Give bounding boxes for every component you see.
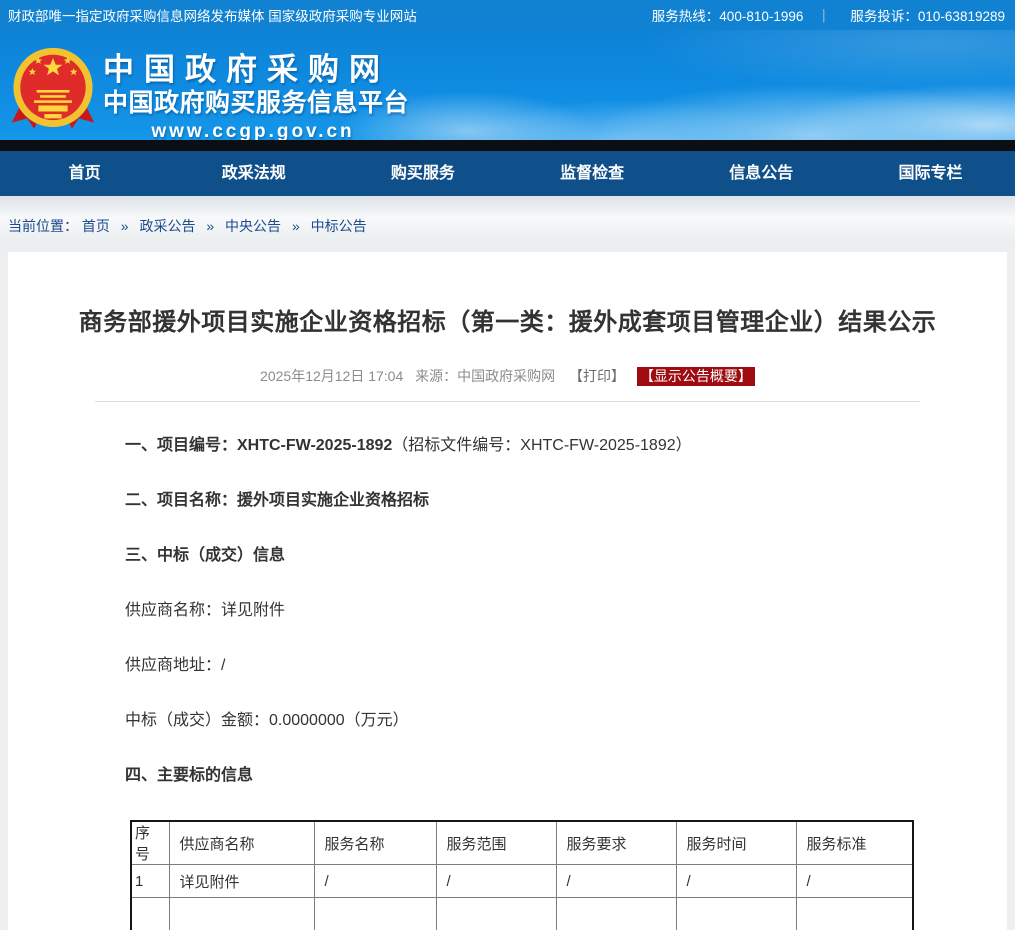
china-national-emblem-icon <box>10 45 96 135</box>
article-source: 来源：中国政府采购网 <box>415 368 555 384</box>
col-header-service-scope: 服务范围 <box>436 821 556 865</box>
print-button[interactable]: 【打印】 <box>569 368 625 384</box>
nav-item-international[interactable]: 国际专栏 <box>846 151 1015 196</box>
cell-service-time: / <box>676 865 796 898</box>
site-header-banner: 中国政府采购网 中国政府购买服务信息平台 www.ccgp.gov.cn <box>0 30 1015 140</box>
publish-datetime: 2025年12月12日 17:04 <box>260 368 403 384</box>
table-header-row: 序号 供应商名称 服务名称 服务范围 服务要求 服务时间 服务标准 <box>131 821 913 865</box>
project-name-value: 二、项目名称：援外项目实施企业资格招标 <box>125 492 429 509</box>
topbar-divider: ｜ <box>817 9 831 24</box>
page-title: 商务部援外项目实施企业资格招标（第一类：援外成套项目管理企业）结果公示 <box>8 252 1007 338</box>
col-header-seq: 序号 <box>131 821 169 865</box>
col-header-service-time: 服务时间 <box>676 821 796 865</box>
nav-item-supervision[interactable]: 监督检查 <box>508 151 677 196</box>
article-body: 一、项目编号：XHTC-FW-2025-1892（招标文件编号：XHTC-FW-… <box>8 402 1007 930</box>
site-title[interactable]: 中国政府采购网 <box>103 52 405 88</box>
site-url[interactable]: www.ccgp.gov.cn <box>103 119 403 140</box>
service-hotline: 服务热线：400-810-1996 <box>652 9 804 24</box>
cell-service-scope: / <box>436 865 556 898</box>
field-award-amount: 中标（成交）金额：0.0000000（万元） <box>125 710 947 732</box>
nav-item-home[interactable]: 首页 <box>0 151 169 196</box>
article: 商务部援外项目实施企业资格招标（第一类：援外成套项目管理企业）结果公示 2025… <box>8 252 1007 930</box>
breadcrumb-procurement-notices[interactable]: 政采公告 <box>139 218 195 234</box>
nav-item-announcements[interactable]: 信息公告 <box>677 151 846 196</box>
nav-item-purchase-services[interactable]: 购买服务 <box>338 151 507 196</box>
main-bid-info-heading: 四、主要标的信息 <box>125 767 253 784</box>
show-summary-button[interactable]: 【显示公告概要】 <box>637 367 755 386</box>
cell-supplier-name: 详见附件 <box>169 865 314 898</box>
site-subtitle: 中国政府购买服务信息平台 <box>103 88 405 119</box>
supplier-address-value: 供应商地址：/ <box>125 657 225 674</box>
table-row: 1 详见附件 / / / / / <box>131 865 913 898</box>
section-project-number: 一、项目编号：XHTC-FW-2025-1892（招标文件编号：XHTC-FW-… <box>125 435 947 457</box>
field-supplier-name: 供应商名称：详见附件 <box>125 600 947 622</box>
section-award-info: 三、中标（成交）信息 <box>125 545 947 567</box>
cell-service-name: / <box>314 865 436 898</box>
cell-service-standard: / <box>796 865 913 898</box>
nav-item-regulations[interactable]: 政采法规 <box>169 151 338 196</box>
supplier-name-value: 供应商名称：详见附件 <box>125 602 285 619</box>
cell-service-requirements: / <box>556 865 676 898</box>
service-complaint: 服务投诉：010-63819289 <box>850 9 1005 24</box>
table-row-empty <box>131 898 913 930</box>
topbar: 财政部唯一指定政府采购信息网络发布媒体 国家级政府采购专业网站 服务热线：400… <box>0 0 1015 30</box>
main-bid-info-table: 序号 供应商名称 服务名称 服务范围 服务要求 服务时间 服务标准 1 详见附件… <box>130 820 914 930</box>
col-header-supplier-name: 供应商名称 <box>169 821 314 865</box>
breadcrumb-label: 当前位置： <box>8 218 78 234</box>
col-header-service-name: 服务名称 <box>314 821 436 865</box>
col-header-service-requirements: 服务要求 <box>556 821 676 865</box>
breadcrumb-award-notices[interactable]: 中标公告 <box>311 218 367 234</box>
breadcrumb-separator: » <box>292 218 300 234</box>
award-amount-value: 中标（成交）金额：0.0000000（万元） <box>125 712 409 729</box>
breadcrumb: 当前位置： 首页 » 政采公告 » 中央公告 » 中标公告 <box>0 196 1015 252</box>
site-logo: 中国政府采购网 中国政府购买服务信息平台 www.ccgp.gov.cn <box>103 52 405 140</box>
breadcrumb-separator: » <box>121 218 129 234</box>
section-project-name: 二、项目名称：援外项目实施企业资格招标 <box>125 490 947 512</box>
article-meta: 2025年12月12日 17:04 来源：中国政府采购网 【打印】 【显示公告概… <box>8 366 1007 386</box>
main-nav: 首页 政采法规 购买服务 监督检查 信息公告 国际专栏 <box>0 151 1015 196</box>
award-info-heading: 三、中标（成交）信息 <box>125 547 285 564</box>
section-main-bid-info: 四、主要标的信息 <box>125 765 947 787</box>
project-number-value: 一、项目编号：XHTC-FW-2025-1892 <box>125 437 392 454</box>
topbar-slogan: 财政部唯一指定政府采购信息网络发布媒体 国家级政府采购专业网站 <box>8 5 417 25</box>
breadcrumb-home[interactable]: 首页 <box>82 218 110 234</box>
cell-seq: 1 <box>131 865 169 898</box>
breadcrumb-separator: » <box>206 218 214 234</box>
bid-doc-number-value: （招标文件编号：XHTC-FW-2025-1892） <box>392 437 691 454</box>
col-header-service-standard: 服务标准 <box>796 821 913 865</box>
header-divider <box>0 140 1015 151</box>
breadcrumb-central-notices[interactable]: 中央公告 <box>225 218 281 234</box>
field-supplier-address: 供应商地址：/ <box>125 655 947 677</box>
topbar-contacts: 服务热线：400-810-1996 ｜ 服务投诉：010-63819289 <box>646 5 1005 25</box>
